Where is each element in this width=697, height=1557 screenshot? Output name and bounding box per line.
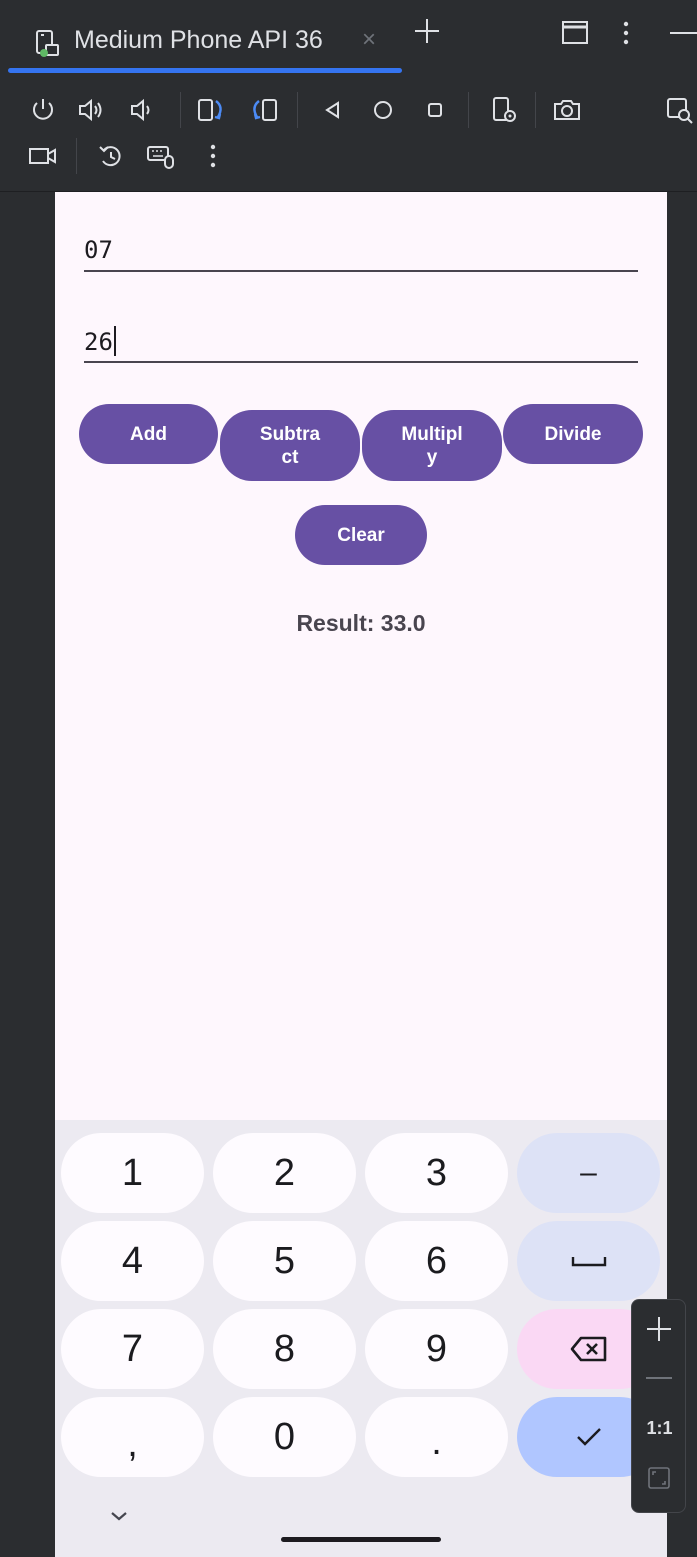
back-icon[interactable] (318, 95, 348, 125)
second-number-value: 26 (84, 328, 113, 356)
toolbar-separator (535, 92, 536, 128)
first-number-underline (84, 270, 638, 272)
screen-record-icon[interactable] (28, 141, 58, 171)
home-icon[interactable] (368, 95, 398, 125)
screenshot-icon[interactable] (552, 95, 582, 125)
emulator-left-margin (0, 192, 55, 1557)
key-comma[interactable]: , (61, 1397, 204, 1477)
key-9[interactable]: 9 (365, 1309, 508, 1389)
more-icon[interactable] (198, 141, 228, 171)
toolbar-separator (297, 92, 298, 128)
second-number-field[interactable]: 26 (84, 322, 638, 364)
zoom-out-icon[interactable] (646, 1377, 672, 1379)
tab-title: Medium Phone API 36 (74, 26, 323, 54)
key-6[interactable]: 6 (365, 1221, 508, 1301)
device-settings-icon[interactable] (490, 95, 520, 125)
power-icon[interactable] (28, 95, 58, 125)
key-8[interactable]: 8 (213, 1309, 356, 1389)
zoom-in-icon[interactable] (646, 1316, 672, 1342)
key-period[interactable]: . (365, 1397, 508, 1477)
add-tab-icon[interactable] (412, 16, 442, 46)
toolbar-separator (76, 138, 77, 174)
result-label: Result: 33.0 (296, 610, 426, 636)
space-bar-icon (571, 1257, 606, 1267)
key-1[interactable]: 1 (61, 1133, 204, 1213)
clear-button[interactable]: Clear (295, 505, 427, 565)
restore-window-icon[interactable] (561, 20, 589, 46)
zoom-screen-icon[interactable] (664, 95, 694, 125)
backspace-icon (570, 1336, 606, 1362)
phone-screen[interactable]: 07 26 Add Subtra ct Multipl y Divide Cle… (55, 192, 667, 1557)
add-button[interactable]: Add (79, 404, 218, 464)
key-0[interactable]: 0 (213, 1397, 356, 1477)
key-7[interactable]: 7 (61, 1309, 204, 1389)
key-2[interactable]: 2 (213, 1133, 356, 1213)
multiply-button[interactable]: Multipl y (362, 410, 502, 481)
more-options-icon[interactable] (620, 20, 632, 46)
keyboard-mouse-icon[interactable] (146, 141, 176, 171)
key-space[interactable] (517, 1221, 660, 1301)
key-minus[interactable]: – (517, 1133, 660, 1213)
snapshot-icon[interactable] (96, 141, 126, 171)
first-number-value: 07 (84, 236, 113, 264)
zoom-actual-size-button[interactable]: 1:1 (632, 1418, 687, 1439)
tab-bar: Medium Phone API 36 × (0, 0, 697, 76)
divide-button[interactable]: Divide (503, 404, 643, 464)
text-cursor (113, 326, 116, 356)
first-number-field[interactable]: 07 (84, 232, 638, 272)
zoom-controls: 1:1 (631, 1299, 686, 1513)
subtract-button[interactable]: Subtra ct (220, 410, 360, 481)
key-3[interactable]: 3 (365, 1133, 508, 1213)
overview-icon[interactable] (420, 95, 450, 125)
emulator-toolbar (0, 77, 697, 192)
checkmark-icon (576, 1428, 601, 1446)
active-tab-indicator (8, 68, 402, 73)
minimize-icon[interactable] (668, 20, 697, 46)
device-tab[interactable]: Medium Phone API 36 × (8, 8, 402, 68)
toolbar-separator (180, 92, 181, 128)
key-5[interactable]: 5 (213, 1221, 356, 1301)
toolbar-separator (468, 92, 469, 128)
rotate-left-icon[interactable] (196, 95, 226, 125)
volume-down-icon[interactable] (127, 95, 157, 125)
hide-keyboard-icon[interactable] (107, 1508, 131, 1524)
close-tab-icon[interactable]: × (362, 26, 376, 54)
numeric-keyboard: 1 2 3 – 4 5 6 7 8 9 , 0 . (55, 1120, 667, 1557)
volume-up-icon[interactable] (76, 95, 106, 125)
zoom-fit-icon[interactable] (647, 1466, 671, 1490)
key-4[interactable]: 4 (61, 1221, 204, 1301)
second-number-underline (84, 361, 638, 363)
gesture-nav-handle[interactable] (281, 1537, 441, 1542)
device-icon (36, 30, 59, 57)
rotate-right-icon[interactable] (249, 95, 279, 125)
